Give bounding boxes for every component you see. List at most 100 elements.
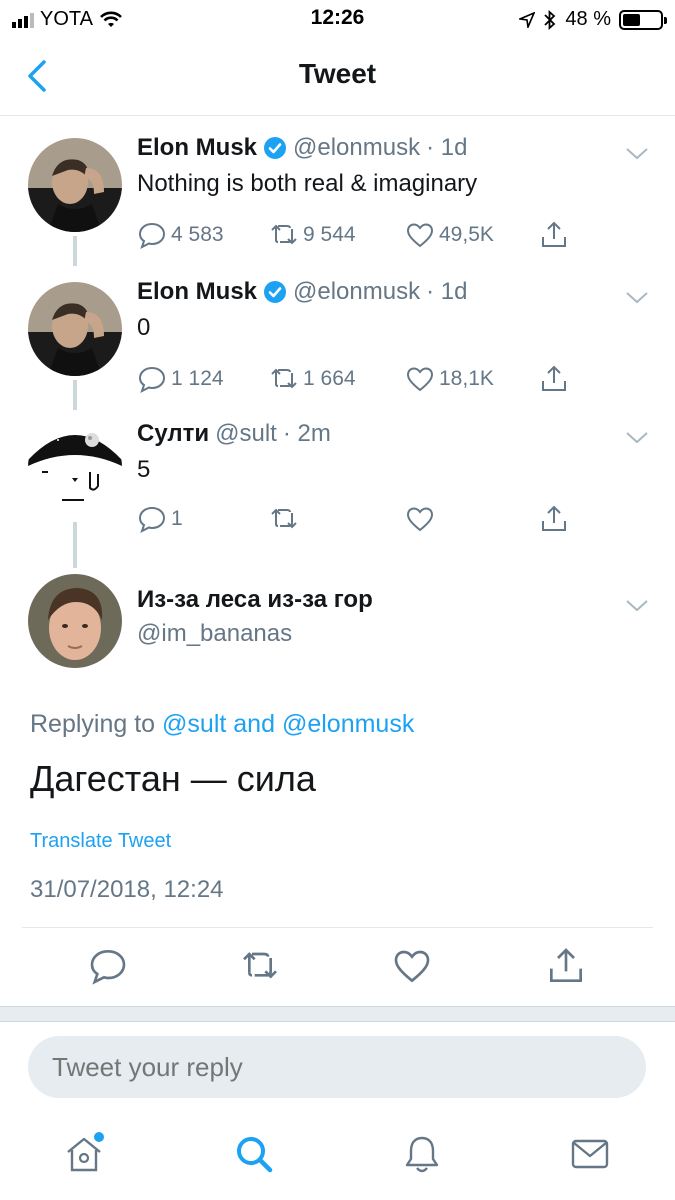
section-divider [0, 1006, 675, 1022]
reply-count: 1 [171, 507, 183, 530]
main-tweet-author: Из-за леса из-за гор @im_bananas [137, 586, 655, 648]
thread-tweet[interactable]: Elon Musk @elonmusk · 1d 0 1 124 1 664 1… [0, 276, 675, 416]
user-handle[interactable]: @sult [215, 420, 277, 448]
nav-header: Tweet [0, 38, 675, 116]
like-action[interactable]: 49,5K [405, 220, 494, 250]
thread-line [73, 380, 77, 410]
share-action[interactable] [539, 364, 569, 394]
share-icon[interactable] [546, 946, 586, 986]
page-title: Tweet [298, 58, 377, 89]
retweet-action[interactable] [269, 504, 303, 534]
share-action[interactable] [539, 504, 569, 534]
search-icon[interactable] [232, 1132, 276, 1176]
retweet-icon[interactable] [240, 946, 280, 986]
notification-dot [94, 1132, 104, 1142]
notifications-icon[interactable] [400, 1132, 444, 1176]
battery-icon [619, 9, 667, 30]
heart-icon [406, 507, 434, 532]
retweet-action[interactable]: 9 544 [269, 220, 356, 250]
chevron-down-icon[interactable] [625, 146, 649, 162]
tweet-content: Elon Musk @elonmusk · 1d 0 [137, 278, 655, 342]
share-icon [542, 365, 566, 391]
bluetooth-icon [544, 9, 556, 30]
retweet-count: 9 544 [303, 223, 356, 246]
battery-percent: 48 % [565, 8, 611, 30]
avatar[interactable] [28, 574, 122, 668]
main-tweet-header: Из-за леса из-за гор @im_bananas [0, 572, 675, 682]
user-name[interactable]: Elon Musk [137, 278, 257, 306]
chevron-down-icon[interactable] [625, 598, 649, 614]
chevron-down-icon[interactable] [625, 430, 649, 446]
like-action[interactable]: 18,1K [405, 364, 494, 394]
tweet-content: Султи @sult · 2m 5 [137, 420, 655, 484]
user-handle[interactable]: @elonmusk [293, 278, 420, 306]
tweet-header: Elon Musk @elonmusk · 1d [137, 278, 655, 306]
thread-line [73, 236, 77, 266]
tweet-content: Elon Musk @elonmusk · 1d Nothing is both… [137, 134, 655, 198]
reply-icon [138, 222, 166, 249]
reply-user-link[interactable]: @elonmusk [282, 710, 414, 738]
chevron-down-icon[interactable] [625, 290, 649, 306]
retweet-count: 1 664 [303, 367, 356, 390]
share-icon [542, 505, 566, 531]
verified-badge-icon [264, 281, 287, 303]
retweet-icon [271, 224, 297, 245]
avatar[interactable] [28, 420, 122, 514]
user-name[interactable]: Из-за леса из-за гор [137, 586, 655, 614]
avatar[interactable] [28, 282, 122, 376]
status-right: 48 % [519, 8, 667, 31]
like-count: 49,5K [439, 223, 494, 246]
tweet-time: · 1d [426, 278, 468, 305]
main-tweet-text: Дагестан — сила [30, 758, 316, 799]
tweet-text: 5 [137, 456, 151, 483]
reply-icon [138, 366, 166, 393]
tweet-header: Султи @sult · 2m [137, 420, 655, 448]
reply-action[interactable]: 1 124 [137, 364, 224, 394]
user-handle[interactable]: @elonmusk [293, 134, 420, 162]
tweet-header: Elon Musk @elonmusk · 1d [137, 134, 655, 162]
retweet-icon [271, 508, 297, 529]
reply-icon [138, 506, 166, 533]
like-action[interactable] [405, 504, 439, 534]
user-handle[interactable]: @im_bananas [137, 620, 655, 648]
retweet-action[interactable]: 1 664 [269, 364, 356, 394]
replying-to: Replying to @sult and @elonmusk [30, 710, 414, 739]
reply-count: 1 124 [171, 367, 224, 390]
tweet-actions: 1 124 1 664 18,1K [137, 364, 577, 396]
retweet-icon [271, 368, 297, 389]
main-tweet-actions [0, 946, 675, 990]
reply-action[interactable]: 1 [137, 504, 183, 534]
heart-icon[interactable] [392, 946, 432, 986]
reply-action[interactable]: 4 583 [137, 220, 224, 250]
reply-icon[interactable] [88, 946, 128, 986]
tweet-text: Nothing is both real & imaginary [137, 170, 478, 197]
share-icon [542, 221, 566, 247]
location-icon [519, 11, 536, 28]
divider [22, 927, 653, 928]
user-name[interactable]: Султи [137, 420, 209, 448]
messages-icon[interactable] [568, 1132, 612, 1176]
tweet-actions: 4 583 9 544 49,5K [137, 220, 577, 252]
reply-input[interactable] [28, 1036, 646, 1098]
thread-line [73, 522, 77, 568]
share-action[interactable] [539, 220, 569, 250]
thread-tweet[interactable]: Султи @sult · 2m 5 1 [0, 418, 675, 558]
reply-and[interactable]: and [233, 710, 275, 738]
reply-user-link[interactable]: @sult [162, 710, 226, 738]
thread-tweet[interactable]: Elon Musk @elonmusk · 1d Nothing is both… [0, 132, 675, 272]
like-count: 18,1K [439, 367, 494, 390]
replying-prefix: Replying to [30, 710, 156, 738]
tweet-timestamp: 31/07/2018, 12:24 [30, 876, 224, 903]
reply-count: 4 583 [171, 223, 224, 246]
avatar[interactable] [28, 138, 122, 232]
status-bar: YOTA 12:26 48 % [0, 0, 675, 38]
tab-bar [0, 1118, 675, 1200]
verified-badge-icon [264, 137, 287, 159]
heart-icon [406, 223, 434, 248]
user-name[interactable]: Elon Musk [137, 134, 257, 162]
tweet-time: · 1d [426, 134, 468, 161]
tweet-actions: 1 [137, 504, 577, 536]
tweet-time: · 2m [282, 420, 331, 447]
translate-tweet-link[interactable]: Translate Tweet [30, 830, 171, 853]
tweet-text: 0 [137, 314, 151, 341]
